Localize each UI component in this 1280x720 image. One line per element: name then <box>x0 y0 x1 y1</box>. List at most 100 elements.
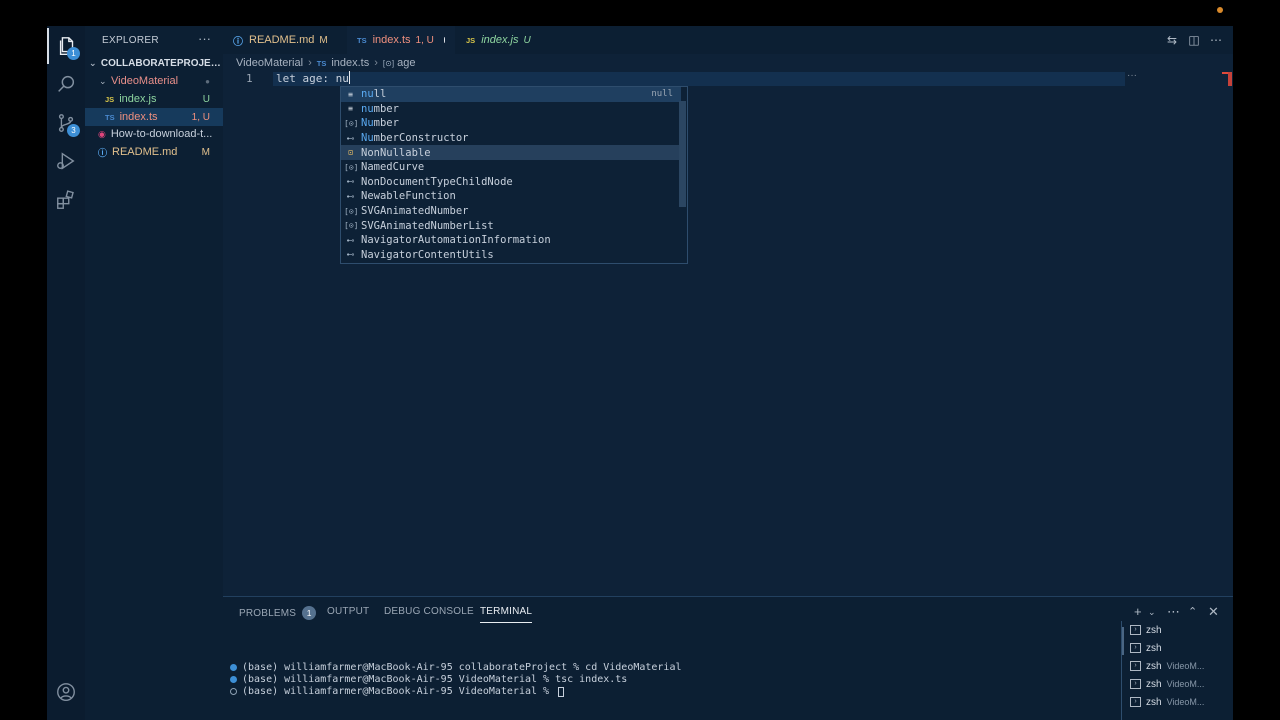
variable-icon: [⊙] <box>344 162 359 172</box>
variable-icon: [⊙] <box>344 118 359 128</box>
unsaved-dot-icon[interactable] <box>443 37 445 43</box>
suggestion-scrollbar[interactable] <box>679 101 686 207</box>
tree-item-index-ts[interactable]: TS index.ts 1, U <box>85 108 223 126</box>
tab-problems[interactable]: PROBLEMS 1 <box>239 606 317 620</box>
tree-item-readme[interactable]: ⓘ README.md M <box>85 143 223 161</box>
breadcrumb-symbol[interactable]: age <box>397 57 415 69</box>
variable-icon: [⊙] <box>344 206 359 216</box>
type-parameter-icon: ⊡ <box>348 148 353 158</box>
tab-index-ts[interactable]: TS index.ts 1, U <box>347 26 455 54</box>
close-panel-icon[interactable]: ✕ <box>1208 604 1219 620</box>
suggestion-item[interactable]: ⊷ NonDocumentTypeChildNode <box>341 175 681 190</box>
suggestion-label: null <box>361 88 387 101</box>
compare-changes-icon[interactable]: ⇆ <box>1165 33 1179 47</box>
editor-tabs: ⓘ README.md M TS index.ts 1, U JS index.… <box>223 26 1233 54</box>
chevron-down-icon: ⌄ <box>99 75 107 86</box>
tree-item-videomaterial[interactable]: ⌄ VideoMaterial ● <box>85 72 223 90</box>
js-file-icon: JS <box>466 35 476 45</box>
minimap-icon: ··· <box>1127 70 1137 81</box>
terminal-list-item[interactable]: › zsh VideoM... <box>1122 693 1233 711</box>
suggestion-item[interactable]: ⊷ NumberConstructor <box>341 131 681 146</box>
terminal-list-item[interactable]: › zsh <box>1122 621 1233 639</box>
ts-file-icon: TS <box>357 35 367 45</box>
line-number: 1 <box>246 72 253 85</box>
explorer-badge: 1 <box>67 47 80 60</box>
code-editor-line[interactable]: let age: nu <box>276 71 350 85</box>
terminal-line: (base) williamfarmer@MacBook-Air-95 coll… <box>230 662 682 673</box>
suggestion-widget: ≡ null null ≡ number [⊙] Number ⊷ NumberConstruc… <box>340 86 688 264</box>
account-icon[interactable] <box>47 674 85 710</box>
more-actions-icon[interactable]: ⋯ <box>1209 33 1223 47</box>
suggestion-item[interactable]: [⊙] SVGAnimatedNumberList <box>341 218 681 233</box>
command-pending-icon <box>230 688 237 695</box>
terminal-cursor <box>558 686 565 697</box>
suggestion-item[interactable]: [⊙] NamedCurve <box>341 160 681 175</box>
text-cursor <box>348 71 350 84</box>
run-debug-icon[interactable] <box>47 143 85 179</box>
problems-badge: 1 <box>302 606 317 620</box>
current-line-highlight <box>273 72 1125 86</box>
terminal-icon: › <box>1130 625 1141 635</box>
variable-icon: [⊙] <box>344 221 359 231</box>
keyword-icon: ≡ <box>348 104 353 114</box>
chevron-down-icon: ⌄ <box>89 57 97 68</box>
terminal-list-item[interactable]: › zsh VideoM... <box>1122 675 1233 693</box>
breadcrumb-folder[interactable]: VideoMaterial <box>236 57 303 69</box>
terminal-icon: › <box>1130 679 1141 689</box>
source-control-icon[interactable]: 3 <box>47 105 85 141</box>
tab-terminal[interactable]: TERMINAL <box>480 606 533 623</box>
suggestion-label: SVGAnimatedNumberList <box>361 219 494 232</box>
interface-icon: ⊷ <box>346 191 355 201</box>
project-folder[interactable]: ⌄ COLLABORATEPROJECT <box>85 54 223 72</box>
suggestion-item[interactable]: ⊷ NavigatorContentUtils <box>341 248 681 263</box>
interface-icon: ⊷ <box>346 250 355 260</box>
chevron-right-icon: › <box>308 57 312 69</box>
interface-icon: ⊷ <box>346 133 355 143</box>
js-file-icon: JS <box>105 94 115 104</box>
extensions-icon[interactable] <box>47 182 85 218</box>
sidebar-more-icon[interactable]: ··· <box>198 31 211 46</box>
suggestion-label: NewableFunction <box>361 190 456 203</box>
tab-output[interactable]: OUTPUT <box>327 606 369 617</box>
breadcrumb-file[interactable]: index.ts <box>331 57 369 69</box>
suggestion-label: NumberConstructor <box>361 132 469 145</box>
tree-item-index-js[interactable]: JS index.js U <box>85 90 223 108</box>
suggestion-item[interactable]: ⊡ NonNullable <box>341 145 681 160</box>
terminal-prompt[interactable]: (base) williamfarmer@MacBook-Air-95 Vide… <box>230 686 565 697</box>
recording-indicator <box>1217 7 1223 13</box>
search-icon[interactable] <box>47 66 85 102</box>
suggestion-label: NonDocumentTypeChildNode <box>361 175 513 188</box>
terminal-list-item[interactable]: › zsh <box>1122 639 1233 657</box>
chevron-right-icon: › <box>374 57 378 69</box>
suggestion-item[interactable]: ≡ null null <box>341 87 681 102</box>
terminal-list-item[interactable]: › zsh VideoM... <box>1122 657 1233 675</box>
ts-file-icon: TS <box>316 58 327 68</box>
suggestion-item[interactable]: ≡ number <box>341 102 681 117</box>
bottom-panel: PROBLEMS 1 OUTPUT DEBUG CONSOLE TERMINAL… <box>223 596 1233 720</box>
tree-item-video[interactable]: ◉ How-to-download-t... <box>85 125 223 143</box>
tab-readme[interactable]: ⓘ README.md M <box>223 26 343 54</box>
activity-bar: 1 3 <box>47 26 85 720</box>
tab-debug-console[interactable]: DEBUG CONSOLE <box>384 606 474 617</box>
explorer-icon[interactable]: 1 <box>47 28 85 64</box>
new-terminal-icon[interactable]: + <box>1134 604 1142 619</box>
suggestion-label: NavigatorContentUtils <box>361 248 494 261</box>
suggestion-detail: null <box>651 89 673 100</box>
ts-file-icon: TS <box>105 112 115 122</box>
suggestion-item[interactable]: [⊙] Number <box>341 116 681 131</box>
explorer-sidebar: EXPLORER ··· ⌄ COLLABORATEPROJECT ⌄ Vide… <box>85 26 223 720</box>
tab-index-js[interactable]: JS index.js U <box>456 26 536 54</box>
more-actions-icon[interactable]: ⋯ <box>1167 604 1180 620</box>
split-editor-icon[interactable]: ◫ <box>1187 33 1201 47</box>
suggestion-label: number <box>361 102 399 115</box>
interface-icon: ⊷ <box>346 235 355 245</box>
suggestion-label: NamedCurve <box>361 161 425 174</box>
suggestion-item[interactable]: ⊷ NewableFunction <box>341 189 681 204</box>
suggestion-item[interactable]: ⊷ NavigatorAutomationInformation <box>341 233 681 248</box>
keyword-icon: ≡ <box>348 89 353 99</box>
suggestion-item[interactable]: [⊙] SVGAnimatedNumber <box>341 204 681 219</box>
breadcrumb: VideoMaterial › TS index.ts › [⊙] age <box>236 56 415 70</box>
vscode-window: 1 3 EXPLORER ··· ⌄ COLLABORATEPROJECT ⌄ … <box>47 26 1233 720</box>
chevron-down-icon[interactable]: ⌄ <box>1148 607 1156 618</box>
maximize-panel-icon[interactable]: ⌃ <box>1188 605 1197 618</box>
